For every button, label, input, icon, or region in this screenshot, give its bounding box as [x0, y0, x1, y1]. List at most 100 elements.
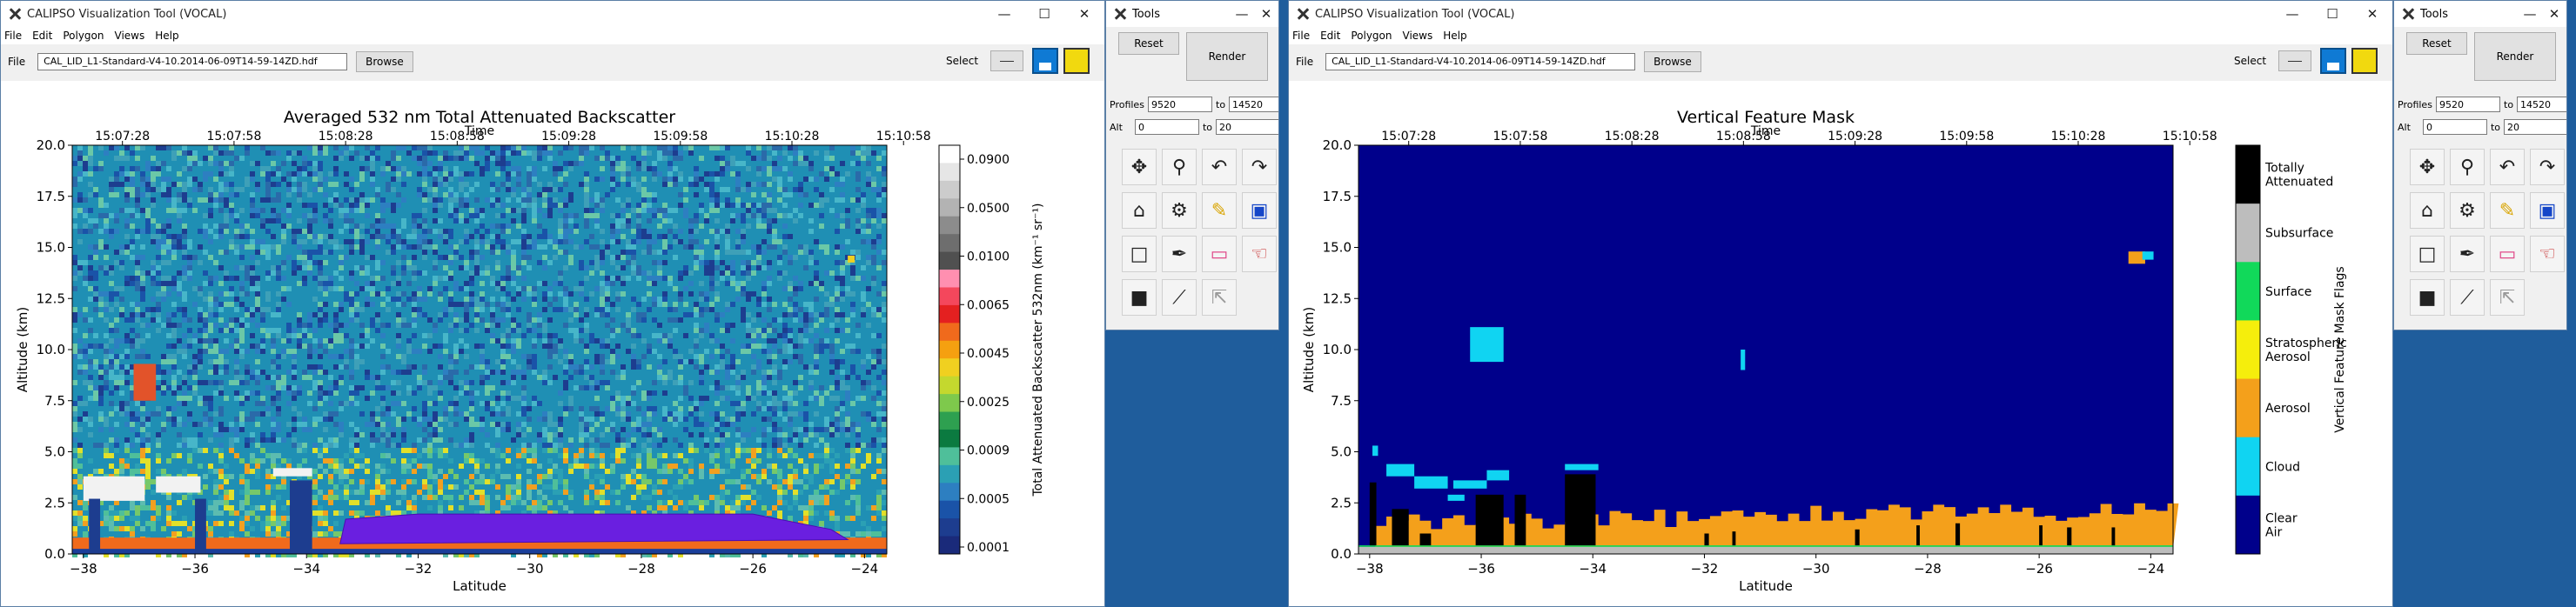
backscatter-cell — [365, 281, 370, 286]
backscatter-cell — [438, 437, 443, 443]
backscatter-cell — [260, 223, 265, 229]
backscatter-cell — [328, 464, 333, 469]
backscatter-cell — [406, 150, 412, 156]
backscatter-cell — [239, 187, 245, 192]
backscatter-cell — [527, 479, 532, 484]
menu-help[interactable]: Help — [155, 30, 178, 42]
backscatter-cell — [495, 156, 500, 161]
backscatter-cell — [767, 244, 772, 250]
browse-button[interactable]: Browse — [356, 51, 413, 72]
backscatter-cell — [527, 354, 532, 359]
backscatter-cell — [166, 385, 171, 390]
backscatter-cell — [845, 411, 850, 417]
backscatter-cell — [480, 270, 485, 276]
backscatter-cell — [281, 234, 286, 239]
backscatter-cell — [725, 161, 730, 166]
menu-file[interactable]: File — [4, 30, 22, 42]
backscatter-cell — [631, 156, 636, 161]
backscatter-cell — [574, 338, 579, 344]
backscatter-cell — [151, 203, 156, 208]
backscatter-cell — [767, 510, 772, 516]
backscatter-cell — [756, 406, 761, 411]
backscatter-cell — [798, 479, 803, 484]
backscatter-cell — [218, 161, 224, 166]
backscatter-cell — [271, 208, 276, 213]
backscatter-cell — [312, 469, 318, 474]
backscatter-cell — [600, 474, 605, 479]
backscatter-cell — [600, 490, 605, 495]
backscatter-cell — [307, 312, 312, 317]
backscatter-cell — [579, 453, 584, 458]
backscatter-cell — [882, 260, 887, 265]
backscatter-cell — [662, 333, 667, 338]
backscatter-cell — [453, 323, 459, 328]
backscatter-cell — [333, 197, 339, 203]
backscatter-cell — [443, 234, 448, 239]
backscatter-cell — [359, 270, 365, 276]
backscatter-cell — [725, 250, 730, 255]
backscatter-cell — [339, 422, 344, 427]
menu-views[interactable]: Views — [115, 30, 145, 42]
close-button[interactable]: ✕ — [1064, 1, 1104, 27]
clear-icon[interactable] — [1063, 48, 1090, 74]
backscatter-cell — [239, 208, 245, 213]
backscatter-cell — [182, 192, 187, 197]
backscatter-cell — [318, 234, 323, 239]
backscatter-cell — [558, 177, 563, 182]
backscatter-cell — [448, 229, 453, 234]
backscatter-cell — [741, 437, 746, 443]
backscatter-cell — [406, 338, 412, 344]
backscatter-cell — [245, 349, 250, 354]
backscatter-cell — [735, 448, 741, 453]
backscatter-cell — [861, 443, 866, 448]
backscatter-cell — [318, 385, 323, 390]
backscatter-cell — [453, 312, 459, 317]
backscatter-cell — [239, 396, 245, 401]
backscatter-cell — [694, 307, 699, 312]
backscatter-cell — [662, 234, 667, 239]
backscatter-cell — [171, 380, 177, 385]
backscatter-cell — [396, 401, 401, 406]
backscatter-cell — [359, 484, 365, 490]
backscatter-cell — [662, 406, 667, 411]
backscatter-cell — [135, 156, 140, 161]
backscatter-cell — [584, 307, 589, 312]
backscatter-cell — [448, 359, 453, 364]
backscatter-cell — [615, 390, 621, 396]
menu-edit[interactable]: Edit — [32, 30, 52, 42]
backscatter-cell — [725, 453, 730, 458]
backscatter-cell — [344, 349, 349, 354]
backscatter-cell — [77, 427, 83, 432]
backscatter-cell — [814, 312, 819, 317]
select-dropdown[interactable] — [990, 50, 1024, 71]
backscatter-cell — [694, 328, 699, 333]
file-path-field[interactable]: CAL_LID_L1-Standard-V4-10.2014-06-09T14-… — [37, 53, 348, 70]
backscatter-cell — [840, 484, 845, 490]
backscatter-cell — [307, 317, 312, 323]
backscatter-cell — [814, 359, 819, 364]
backscatter-cell — [694, 500, 699, 505]
backscatter-cell — [77, 150, 83, 156]
backscatter-figure[interactable]: Averaged 532 nm Total Attenuated Backsca… — [1, 81, 1104, 606]
backscatter-cell — [793, 145, 798, 150]
save-icon[interactable] — [1032, 48, 1059, 74]
minimize-button[interactable]: — — [984, 1, 1024, 27]
backscatter-cell — [772, 145, 777, 150]
backscatter-cell — [344, 401, 349, 406]
backscatter-cell — [636, 364, 641, 370]
backscatter-cell — [761, 223, 767, 229]
backscatter-cell — [829, 458, 835, 464]
backscatter-cell — [636, 333, 641, 338]
menu-polygon[interactable]: Polygon — [63, 30, 104, 42]
backscatter-cell — [568, 354, 574, 359]
backscatter-cell — [756, 380, 761, 385]
backscatter-cell — [553, 349, 558, 354]
backscatter-cell — [558, 490, 563, 495]
backscatter-cell — [652, 302, 657, 307]
backscatter-cell — [855, 396, 861, 401]
backscatter-cell — [662, 500, 667, 505]
backscatter-cell — [506, 500, 511, 505]
backscatter-cell — [459, 338, 464, 344]
backscatter-cell — [417, 192, 422, 197]
maximize-button[interactable]: ☐ — [1024, 1, 1064, 27]
